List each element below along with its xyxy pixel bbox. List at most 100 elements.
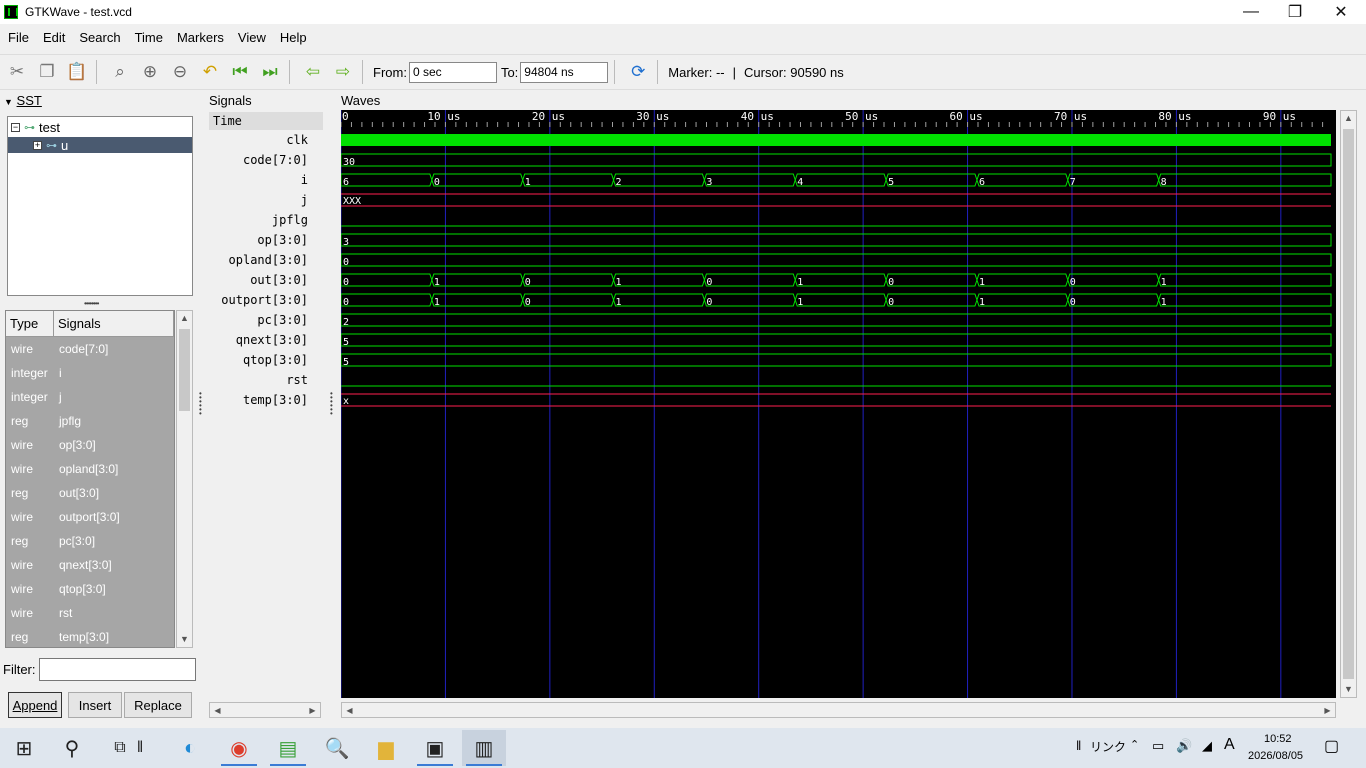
chevron-up-icon[interactable]: ⌃: [1130, 738, 1139, 751]
tree-node-u[interactable]: + ⊶ u: [8, 137, 192, 153]
file-search-icon[interactable]: 🔍: [315, 730, 359, 766]
list-item[interactable]: integer j: [6, 385, 174, 409]
list-item[interactable]: reg pc[3:0]: [6, 529, 174, 553]
clock-time[interactable]: 10:52: [1264, 733, 1292, 745]
insert-button[interactable]: Insert: [68, 692, 122, 718]
list-item[interactable]: reg temp[3:0]: [6, 625, 174, 647]
list-item[interactable]: wire outport[3:0]: [6, 505, 174, 529]
tray-links-toolbar[interactable]: リンク: [1090, 738, 1126, 755]
list-item[interactable]: wire op[3:0]: [6, 433, 174, 457]
edge-browser-icon[interactable]: ◐: [168, 730, 212, 766]
list-item[interactable]: reg jpflg: [6, 409, 174, 433]
sst-signal-list[interactable]: Type Signals wire code[7:0] integer i inte…: [5, 310, 175, 648]
sst-hierarchy-tree[interactable]: − ⊶ test + ⊶ u: [7, 116, 193, 296]
next-edge-icon[interactable]: ⇨: [330, 59, 356, 85]
undo-zoom-icon[interactable]: ↶: [197, 59, 223, 85]
scroll-left-icon[interactable]: ◀: [210, 703, 225, 718]
terminal-icon[interactable]: ▣: [413, 730, 457, 766]
go-to-start-icon[interactable]: ⏮: [227, 59, 253, 85]
windows-start-icon[interactable]: ⊞: [2, 730, 46, 766]
previous-edge-icon[interactable]: ⇦: [300, 59, 326, 85]
list-item[interactable]: wire qnext[3:0]: [6, 553, 174, 577]
signal-name-row[interactable]: opland[3:0]: [209, 250, 308, 270]
go-to-end-icon[interactable]: ⏭: [257, 59, 283, 85]
scroll-down-icon[interactable]: ▼: [177, 632, 192, 647]
pane-resize-grip[interactable]: • • • • • •: [199, 390, 203, 426]
type-column-header[interactable]: Type: [6, 311, 54, 337]
signal-name-row[interactable]: temp[3:0]: [209, 390, 308, 410]
notification-icon[interactable]: ▢: [1324, 736, 1339, 756]
signal-list-scrollbar[interactable]: ▲ ▼: [176, 310, 193, 648]
signal-name-row[interactable]: outport[3:0]: [209, 290, 308, 310]
battery-icon[interactable]: ▭: [1152, 738, 1164, 754]
scroll-right-icon[interactable]: ▶: [305, 703, 320, 718]
waves-hscrollbar[interactable]: ◀ ▶: [341, 702, 1336, 718]
replace-button[interactable]: Replace: [124, 692, 192, 718]
list-item[interactable]: reg out[3:0]: [6, 481, 174, 505]
scroll-right-icon[interactable]: ▶: [1320, 703, 1335, 718]
pane-resize-grip[interactable]: • • • • • •: [330, 390, 334, 426]
sst-expander[interactable]: ▼ SST: [4, 93, 42, 108]
scroll-up-icon[interactable]: ▲: [177, 311, 192, 326]
list-item[interactable]: wire code[7:0]: [6, 337, 174, 361]
copy-icon[interactable]: ❐: [34, 59, 60, 85]
scroll-thumb[interactable]: [179, 329, 190, 411]
collapse-icon[interactable]: −: [11, 122, 20, 132]
signals-hscrollbar[interactable]: ◀ ▶: [209, 702, 321, 718]
menu-search[interactable]: Search: [73, 30, 126, 45]
close-button[interactable]: ✕: [1318, 0, 1364, 24]
signals-column-header[interactable]: Signals: [54, 311, 174, 337]
signal-name-row[interactable]: i: [209, 170, 308, 190]
paste-icon[interactable]: 📋: [64, 59, 90, 85]
pane-resize-grip[interactable]: ••••••••: [84, 299, 99, 308]
minimize-button[interactable]: —: [1228, 0, 1274, 24]
menu-markers[interactable]: Markers: [171, 30, 230, 45]
filter-input[interactable]: [39, 658, 196, 681]
zoom-in-icon[interactable]: ⊕: [137, 59, 163, 85]
expand-icon[interactable]: +: [33, 140, 42, 150]
scroll-left-icon[interactable]: ◀: [342, 703, 357, 718]
list-item[interactable]: wire rst: [6, 601, 174, 625]
scroll-thumb[interactable]: [1343, 129, 1354, 679]
waves-vscrollbar[interactable]: ▲ ▼: [1340, 110, 1357, 698]
signal-name-row[interactable]: jpflg: [209, 210, 308, 230]
search-icon[interactable]: ⚲: [50, 730, 94, 766]
scroll-up-icon[interactable]: ▲: [1341, 111, 1356, 126]
notepad-icon[interactable]: ▤: [266, 730, 310, 766]
network-icon[interactable]: ◢: [1202, 738, 1212, 754]
signal-name-row[interactable]: j: [209, 190, 308, 210]
from-time-input[interactable]: 0 sec: [408, 61, 497, 83]
menu-time[interactable]: Time: [129, 30, 169, 45]
menu-help[interactable]: Help: [274, 30, 313, 45]
cut-icon[interactable]: ✂: [4, 59, 30, 85]
menu-view[interactable]: View: [232, 30, 272, 45]
signal-name-row[interactable]: qnext[3:0]: [209, 330, 308, 350]
signal-name-row[interactable]: code[7:0]: [209, 150, 308, 170]
file-explorer-icon[interactable]: ▆: [364, 730, 408, 766]
list-item[interactable]: integer i: [6, 361, 174, 385]
list-item[interactable]: wire qtop[3:0]: [6, 577, 174, 601]
gtkwave-icon[interactable]: ▥: [462, 730, 506, 766]
signal-name-row[interactable]: qtop[3:0]: [209, 350, 308, 370]
clock-date[interactable]: 2026/08/05: [1248, 750, 1303, 762]
menu-edit[interactable]: Edit: [37, 30, 71, 45]
signals-pane[interactable]: Time clk code[7:0] i j jpflg op[3:0] opl…: [209, 110, 323, 698]
to-time-input[interactable]: 94804 ns: [520, 61, 609, 83]
zoom-fit-icon[interactable]: ⌕: [107, 59, 133, 85]
append-button[interactable]: Append: [8, 692, 62, 718]
waveform-canvas[interactable]: 0 10 us 20 us 30 us 40 us 50 us 60 us 70 us 80 u…: [341, 110, 1336, 698]
signal-name-row[interactable]: clk: [209, 130, 308, 150]
signal-name-row[interactable]: op[3:0]: [209, 230, 308, 250]
menu-file[interactable]: File: [2, 30, 35, 45]
volume-icon[interactable]: 🔊: [1176, 738, 1192, 754]
maximize-button[interactable]: ❐: [1272, 0, 1318, 24]
reload-icon[interactable]: ⟳: [625, 59, 651, 85]
signal-name-row[interactable]: pc[3:0]: [209, 310, 308, 330]
zoom-out-icon[interactable]: ⊖: [167, 59, 193, 85]
ime-mode-indicator[interactable]: A: [1224, 736, 1235, 754]
chrome-browser-icon[interactable]: ◉: [217, 730, 261, 766]
list-item[interactable]: wire opland[3:0]: [6, 457, 174, 481]
signal-name-row[interactable]: out[3:0]: [209, 270, 308, 290]
scroll-down-icon[interactable]: ▼: [1341, 682, 1356, 697]
tree-node-test[interactable]: − ⊶ test: [11, 119, 191, 135]
